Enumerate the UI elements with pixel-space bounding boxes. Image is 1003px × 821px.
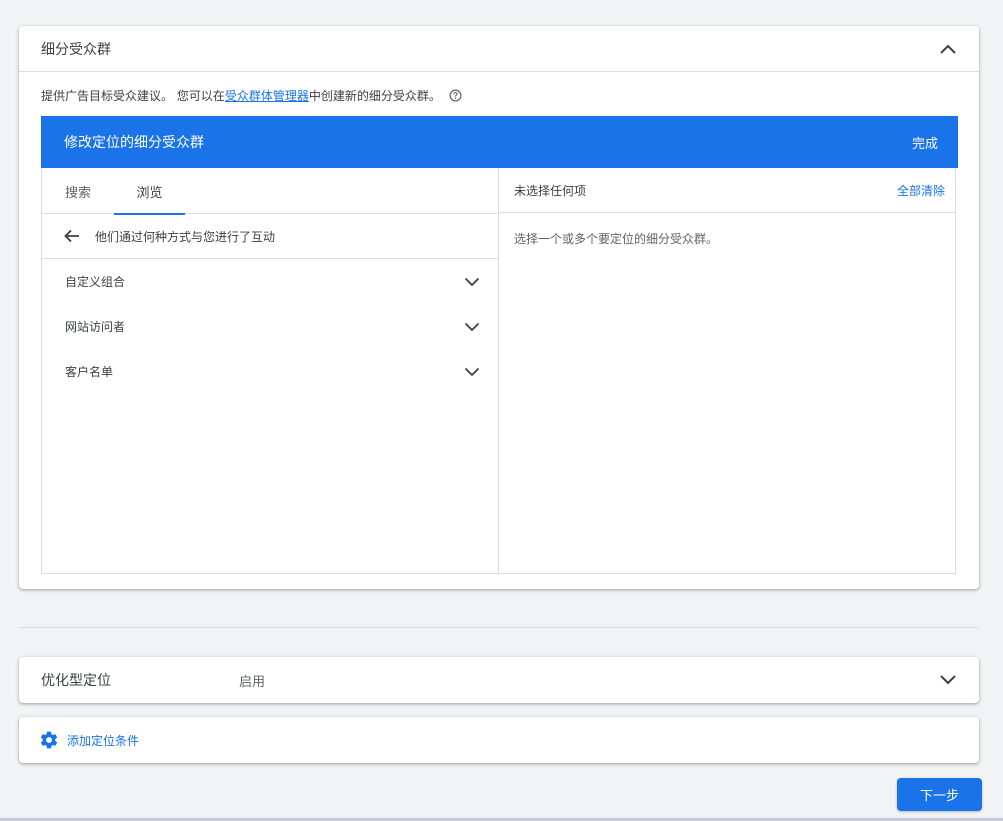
list-item-label: 客户名单 xyxy=(65,365,114,379)
segment-editor: 修改定位的细分受众群 完成 搜索 浏览 他们通过何种方式与您进行了互动 自定义组… xyxy=(41,116,958,574)
selected-pane: 未选择任何项 全部清除 选择一个或多个要定位的细分受众群。 xyxy=(499,168,956,573)
selected-header: 未选择任何项 全部清除 xyxy=(499,168,956,213)
list-item-customer-list[interactable]: 客户名单 xyxy=(42,349,498,394)
audience-manager-link[interactable]: 受众群体管理器 xyxy=(225,87,309,104)
chevron-up-icon xyxy=(940,44,956,54)
optimized-targeting-status: 启用 xyxy=(239,674,266,690)
list-item-custom-combination[interactable]: 自定义组合 xyxy=(42,259,498,304)
chevron-down-icon[interactable] xyxy=(464,277,480,287)
description-suffix: 中创建新的细分受众群。 xyxy=(308,89,441,103)
add-targeting-card[interactable]: 添加定位条件 xyxy=(19,717,979,763)
audience-description: 提供广告目标受众建议。 您可以在 受众群体管理器 中创建新的细分受众群。 xyxy=(41,87,462,104)
selected-count-label: 未选择任何项 xyxy=(514,183,587,198)
audience-card-header[interactable]: 细分受众群 xyxy=(19,26,979,72)
list-item-label: 自定义组合 xyxy=(65,275,126,289)
back-row[interactable]: 他们通过何种方式与您进行了互动 xyxy=(42,214,498,259)
audience-card-title: 细分受众群 xyxy=(41,41,111,58)
back-row-label: 他们通过何种方式与您进行了互动 xyxy=(95,229,276,244)
add-targeting-label: 添加定位条件 xyxy=(67,733,140,748)
tab-search[interactable]: 搜索 xyxy=(65,168,115,214)
list-item-label: 网站访问者 xyxy=(65,320,126,334)
optimized-targeting-title: 优化型定位 xyxy=(41,673,111,689)
help-icon[interactable] xyxy=(449,89,462,102)
description-prefix: 提供广告目标受众建议。 您可以在 xyxy=(41,89,225,103)
tab-browse[interactable]: 浏览 xyxy=(114,168,185,215)
empty-selection-hint: 选择一个或多个要定位的细分受众群。 xyxy=(514,232,719,246)
list-item-website-visitors[interactable]: 网站访问者 xyxy=(42,304,498,349)
clear-all-button[interactable]: 全部清除 xyxy=(897,182,945,199)
done-button[interactable]: 完成 xyxy=(912,133,938,152)
arrow-back-icon[interactable] xyxy=(64,229,80,243)
segment-tabs: 搜索 浏览 xyxy=(42,168,498,215)
browse-pane: 搜索 浏览 他们通过何种方式与您进行了互动 自定义组合 网站访问者 客户名单 xyxy=(42,168,499,573)
optimized-targeting-card[interactable]: 优化型定位 启用 xyxy=(19,657,979,703)
gear-icon xyxy=(40,731,58,749)
segment-editor-title: 修改定位的细分受众群 xyxy=(64,135,204,151)
section-divider xyxy=(19,627,979,628)
collapse-button[interactable] xyxy=(935,37,961,61)
next-button[interactable]: 下一步 xyxy=(897,778,982,811)
chevron-down-icon[interactable] xyxy=(464,367,480,377)
segment-editor-bar: 修改定位的细分受众群 完成 xyxy=(41,116,958,168)
expand-button[interactable] xyxy=(935,668,961,692)
audience-segments-card: 细分受众群 提供广告目标受众建议。 您可以在 受众群体管理器 中创建新的细分受众群。… xyxy=(19,26,979,589)
chevron-down-icon xyxy=(940,675,956,685)
chevron-down-icon[interactable] xyxy=(464,322,480,332)
